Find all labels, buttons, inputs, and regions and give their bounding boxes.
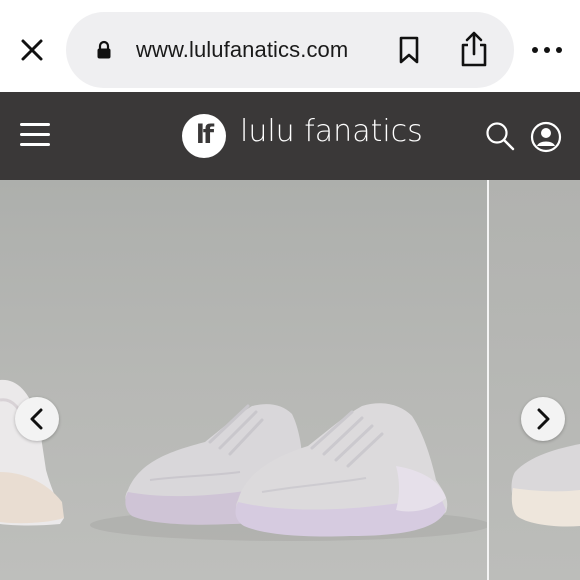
next-product-photo [489, 180, 580, 580]
search-icon[interactable] [484, 120, 516, 152]
chevron-right-icon[interactable] [521, 397, 565, 441]
chevron-left-icon[interactable] [15, 397, 59, 441]
close-icon[interactable] [16, 34, 48, 66]
account-icon[interactable] [530, 121, 562, 153]
site-logo[interactable]: lf [182, 114, 226, 158]
product-photo [0, 180, 490, 580]
brand-name[interactable]: lulu fanatics [240, 114, 423, 149]
share-icon[interactable] [458, 30, 490, 68]
browser-toolbar: www.lulufanatics.com [0, 0, 580, 92]
logo-letters: lf [195, 120, 214, 150]
lock-icon [96, 40, 112, 60]
url-text[interactable]: www.lulufanatics.com [136, 37, 348, 63]
bookmark-icon[interactable] [396, 35, 422, 65]
product-image-carousel[interactable] [0, 180, 580, 580]
menu-icon[interactable] [18, 121, 52, 149]
more-icon[interactable] [530, 38, 564, 62]
